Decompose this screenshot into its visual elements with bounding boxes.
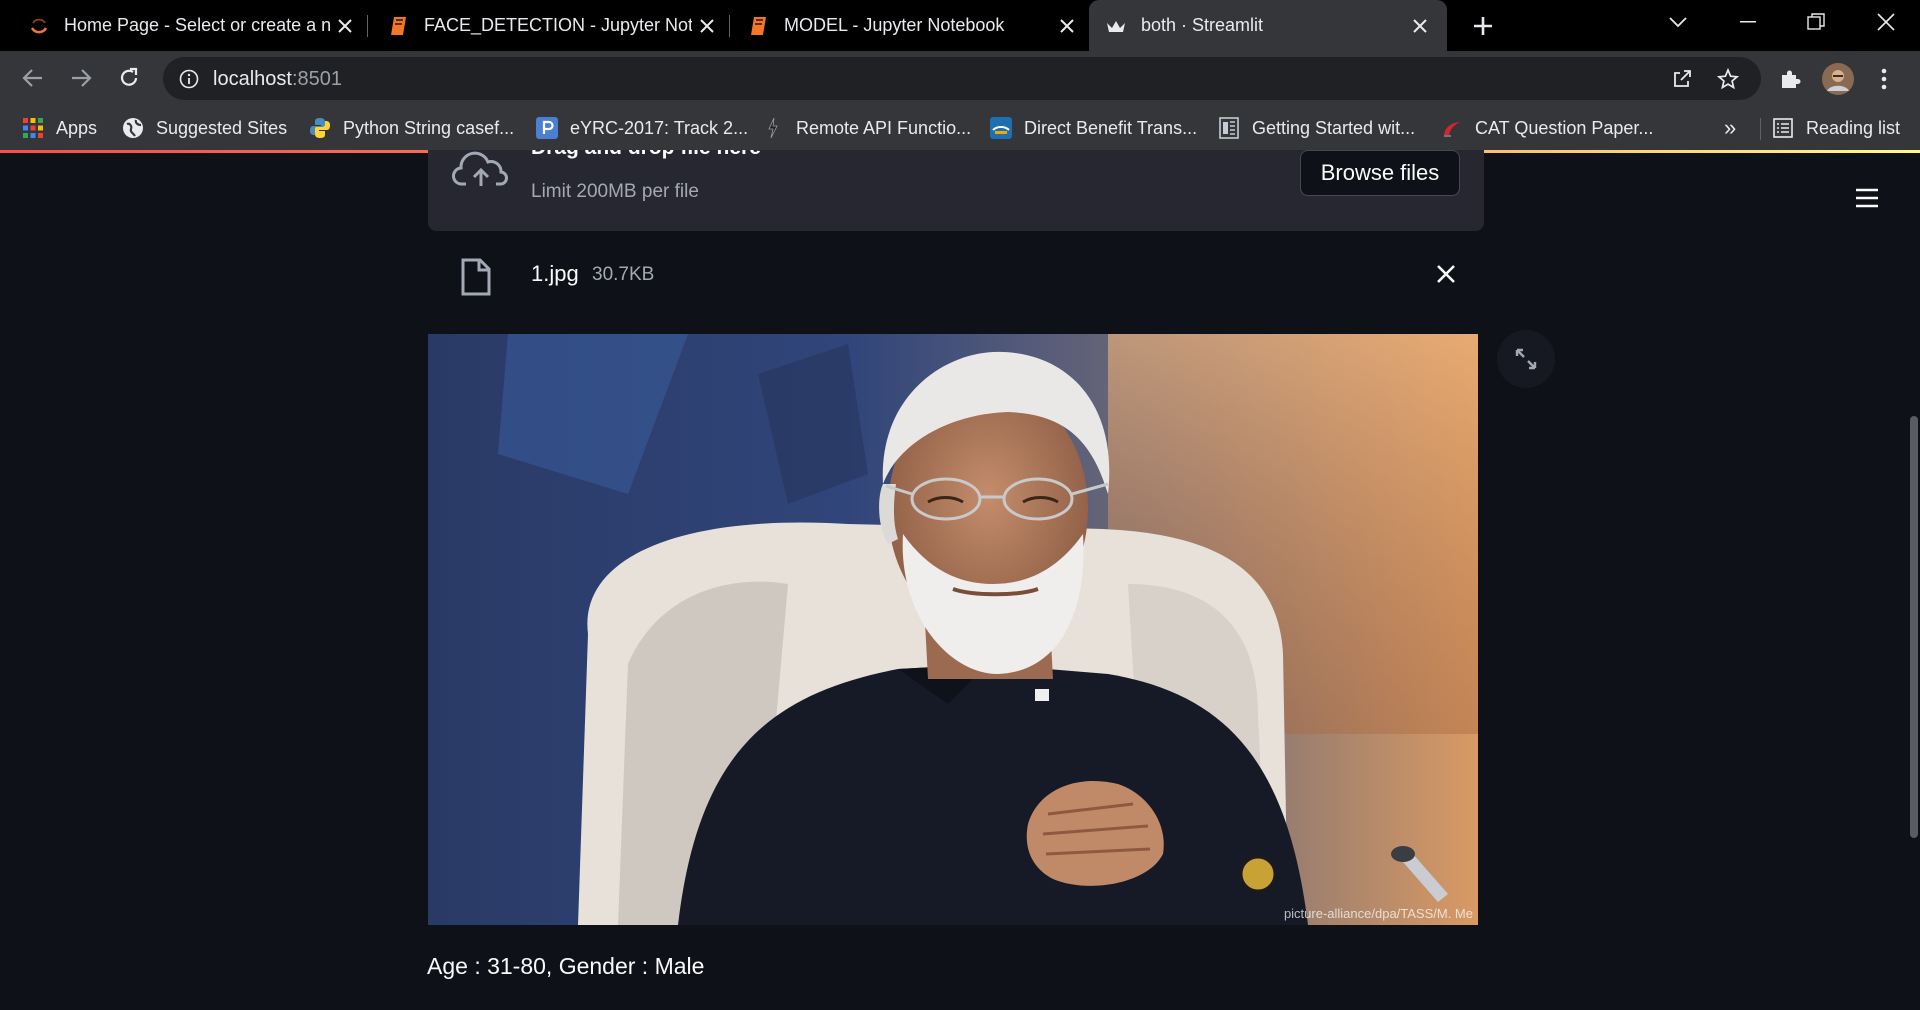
p-icon — [536, 117, 558, 139]
site-info-icon[interactable] — [179, 69, 199, 94]
python-icon — [309, 117, 331, 139]
menu-kebab-icon[interactable] — [1866, 61, 1902, 97]
minimize-button[interactable] — [1720, 0, 1776, 44]
cloud-upload-icon — [452, 150, 510, 195]
tab-streamlit[interactable]: both · Streamlit — [1089, 0, 1447, 51]
close-tab-icon[interactable] — [330, 11, 360, 41]
forward-button[interactable] — [62, 59, 100, 97]
prediction-result-text: Age : 31-80, Gender : Male — [427, 953, 705, 979]
uploaded-file-row: 1.jpg 30.7KB — [428, 246, 1484, 306]
bookmark-label: CAT Question Paper... — [1475, 117, 1654, 138]
bookmark-eyrc[interactable]: eYRC-2017: Track 2... — [536, 106, 748, 150]
dbt-icon — [990, 117, 1012, 139]
bookmark-label: Remote API Functio... — [796, 117, 972, 138]
new-tab-button[interactable] — [1466, 9, 1500, 43]
file-size: 30.7KB — [592, 264, 655, 285]
tab-title: FACE_DETECTION - Jupyter Notel — [424, 15, 692, 35]
dropzone-title: Drag and drop file here — [531, 150, 761, 160]
bookmark-dbt[interactable]: Direct Benefit Trans... — [990, 106, 1197, 150]
browser-toolbar: localhost:8501 — [0, 51, 1920, 106]
share-icon[interactable] — [1669, 66, 1695, 92]
fullscreen-expand-icon[interactable] — [1497, 330, 1555, 388]
bookmark-label: Direct Benefit Trans... — [1024, 117, 1198, 138]
jupyter-spinner-icon — [28, 15, 50, 37]
tab-search-chevron-icon[interactable] — [1650, 0, 1706, 44]
main-menu-icon[interactable] — [1850, 183, 1884, 213]
doc-icon — [1218, 117, 1240, 139]
bookmark-cat-question[interactable]: CAT Question Paper... — [1441, 106, 1653, 150]
remove-file-icon[interactable] — [1428, 256, 1464, 292]
dropzone-limit: Limit 200MB per file — [531, 181, 699, 202]
file-icon — [461, 258, 491, 301]
bookmark-label: Suggested Sites — [156, 117, 288, 138]
globe-icon — [122, 117, 144, 139]
bookmark-suggested-sites[interactable]: Suggested Sites — [122, 106, 287, 150]
tab-model[interactable]: MODEL - Jupyter Notebook — [730, 0, 1088, 51]
reload-button[interactable] — [110, 59, 148, 97]
bolt-icon — [762, 117, 784, 139]
bookmarks-bar: Apps Suggested Sites Python String casef… — [0, 106, 1920, 150]
file-dropzone[interactable]: Drag and drop file here Limit 200MB per … — [428, 150, 1484, 231]
uploaded-image: picture-alliance/dpa/TASS/M. Me — [428, 334, 1478, 925]
back-button[interactable] — [14, 59, 52, 97]
tab-home-page[interactable]: Home Page - Select or create a n — [0, 0, 368, 51]
extensions-puzzle-icon[interactable] — [1772, 61, 1808, 97]
bookmark-apps[interactable]: Apps — [22, 106, 97, 150]
file-name: 1.jpg — [531, 261, 579, 286]
reading-list-icon — [1772, 117, 1794, 139]
close-tab-icon[interactable] — [1405, 11, 1435, 41]
profile-avatar[interactable] — [1820, 61, 1856, 97]
bookmark-label: eYRC-2017: Track 2... — [570, 117, 749, 138]
tab-title: Home Page - Select or create a n — [64, 15, 330, 35]
browse-files-button[interactable]: Browse files — [1300, 150, 1460, 196]
bookmark-star-icon[interactable] — [1715, 66, 1741, 92]
notebook-icon — [388, 15, 410, 37]
bookmark-getting-started[interactable]: Getting Started wit... — [1218, 106, 1415, 150]
url-text: localhost:8501 — [213, 68, 342, 90]
cat-icon — [1441, 117, 1463, 139]
apps-grid-icon — [22, 117, 44, 139]
bookmark-python-string[interactable]: Python String casef... — [309, 106, 514, 150]
reading-list-button[interactable]: Reading list — [1772, 106, 1900, 150]
bookmark-remote-api[interactable]: Remote API Functio... — [762, 106, 971, 150]
page-scrollbar[interactable] — [1910, 416, 1918, 838]
restore-button[interactable] — [1788, 0, 1844, 44]
streamlit-app: Drag and drop file here Limit 200MB per … — [0, 150, 1920, 1010]
reading-list-label: Reading list — [1806, 117, 1901, 138]
streamlit-crown-icon — [1105, 15, 1127, 37]
bookmark-label: Getting Started wit... — [1252, 117, 1416, 138]
tab-title: MODEL - Jupyter Notebook — [784, 15, 1005, 35]
browser-tab-strip: Home Page - Select or create a n FACE_DE… — [0, 0, 1920, 51]
close-tab-icon[interactable] — [1052, 11, 1082, 41]
tab-title: both · Streamlit — [1141, 15, 1264, 35]
close-window-button[interactable] — [1858, 0, 1914, 44]
photo-credit: picture-alliance/dpa/TASS/M. Me — [1284, 906, 1473, 921]
notebook-icon — [748, 15, 770, 37]
address-bar[interactable]: localhost:8501 — [163, 57, 1761, 100]
bookmark-label: Python String casef... — [343, 117, 515, 138]
bookmarks-separator — [1760, 118, 1761, 140]
tab-face-detection[interactable]: FACE_DETECTION - Jupyter Notel — [368, 0, 730, 51]
bookmark-label: Apps — [56, 117, 98, 138]
close-tab-icon[interactable] — [692, 11, 722, 41]
bookmarks-overflow-button[interactable]: » — [1724, 106, 1736, 150]
